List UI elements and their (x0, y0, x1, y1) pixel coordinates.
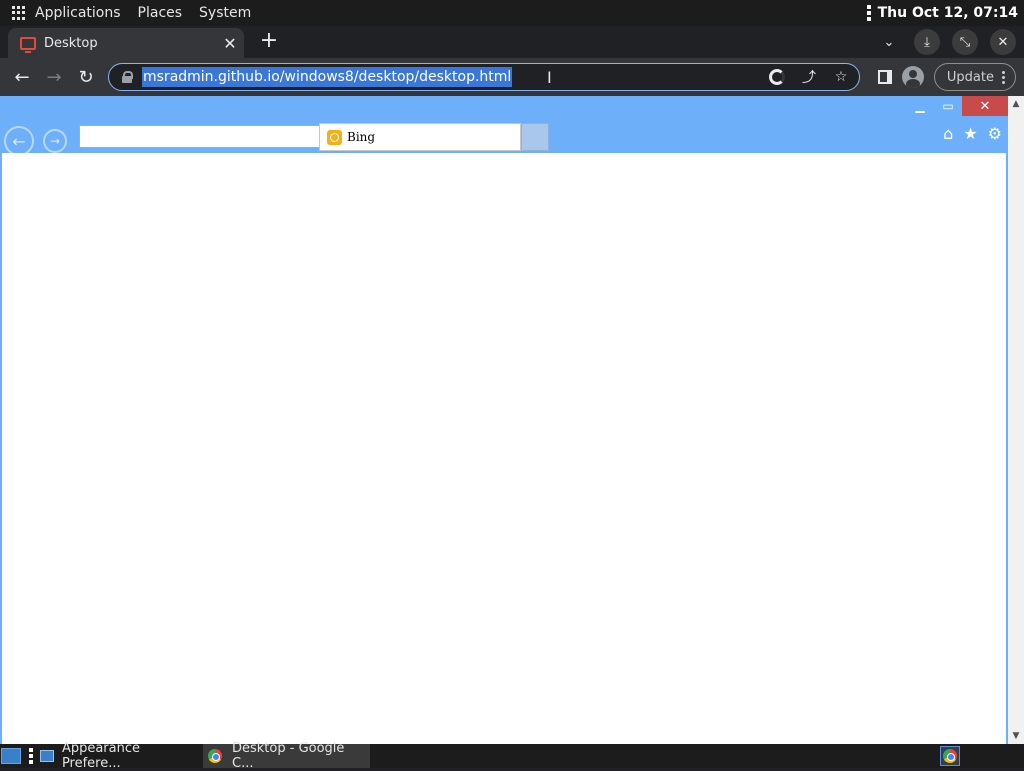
new-tab-button[interactable]: + (259, 30, 279, 52)
web-page: ▁ ▭ ✕ ← → Bing ⌂ ★ ⚙ (0, 96, 1008, 744)
reload-button[interactable]: ↻ (72, 63, 100, 91)
google-lens-icon[interactable] (767, 67, 787, 87)
ie-forward-button[interactable]: → (43, 129, 67, 153)
profile-avatar-icon[interactable] (901, 66, 924, 88)
text-cursor-icon: I (547, 68, 552, 87)
ie-window: ▁ ▭ ✕ ← → Bing ⌂ ★ ⚙ (0, 96, 1008, 744)
ie-back-button[interactable]: ← (4, 126, 34, 156)
taskbar-item-label: Appearance Prefere... (61, 741, 140, 771)
forward-button[interactable]: → (40, 63, 68, 91)
ie-close-button[interactable]: ✕ (962, 96, 1008, 116)
url-text[interactable]: msradmin.github.io/windows8/desktop/desk… (142, 67, 513, 87)
back-button[interactable]: ← (8, 63, 36, 91)
taskbar-item-appearance[interactable]: Appearance Prefere... (38, 741, 202, 771)
monitor-icon (20, 36, 36, 53)
update-button[interactable]: Update (933, 63, 1016, 91)
close-window-button[interactable]: ✕ (990, 29, 1016, 55)
minimize-window-button[interactable]: ⤓ (914, 29, 940, 55)
taskbar-handle-icon (29, 748, 33, 764)
tray-chrome-icon[interactable] (940, 746, 960, 766)
ie-search-provider: Bing (347, 130, 376, 144)
home-icon[interactable]: ⌂ (943, 124, 953, 143)
system-menu[interactable]: System (199, 5, 251, 21)
ie-address-input[interactable] (79, 125, 321, 148)
applications-menu[interactable]: Applications (35, 5, 121, 21)
ie-maximize-icon[interactable]: ▭ (934, 96, 962, 116)
taskbar-item-chrome[interactable]: Desktop - Google C... (203, 741, 370, 771)
chrome-icon (208, 749, 222, 763)
settings-gear-icon[interactable]: ⚙ (988, 124, 1002, 143)
tab-title: Desktop (44, 35, 98, 51)
favorites-star-icon[interactable]: ★ (963, 124, 977, 143)
show-desktop-button[interactable] (1, 748, 21, 764)
appearance-icon (40, 750, 54, 762)
ie-window-controls: ▁ ▭ ✕ (906, 96, 1008, 116)
address-bar[interactable]: msradmin.github.io/windows8/desktop/desk… (108, 63, 860, 91)
apps-grid-icon[interactable] (12, 6, 26, 20)
tab-search-chevron-icon[interactable]: ⌄ (876, 29, 902, 55)
taskbar: Appearance Prefere... Desktop - Google C… (0, 741, 1024, 771)
restore-window-button[interactable]: ⤡ (952, 29, 978, 55)
lock-icon[interactable] (122, 71, 133, 83)
close-tab-icon[interactable]: ✕ (220, 33, 240, 53)
panel-handle-icon (866, 5, 871, 21)
ie-minimize-icon[interactable]: ▁ (906, 96, 934, 116)
share-icon[interactable]: ⤴ (799, 67, 819, 87)
tab-desktop[interactable]: Desktop ✕ (8, 28, 244, 58)
tab-strip: Desktop ✕ + ⌄ ⤓ ⤡ ✕ (0, 26, 1024, 58)
ie-content-area (2, 153, 1006, 744)
places-menu[interactable]: Places (138, 5, 183, 21)
ie-search-button[interactable] (521, 123, 549, 151)
taskbar-item-label: Desktop - Google C... (232, 741, 345, 771)
browser-toolbar: ← → ↻ msradmin.github.io/windows8/deskto… (0, 58, 1024, 96)
page-scrollbar[interactable]: ▲ ▼ (1008, 96, 1024, 744)
clock[interactable]: Thu Oct 12, 07:14 (878, 5, 1018, 21)
ie-search-box[interactable]: Bing (319, 123, 521, 151)
top-panel: Applications Places System Thu Oct 12, 0… (0, 0, 1024, 26)
menu-dots-icon (1002, 70, 1005, 84)
scroll-down-icon[interactable]: ▼ (1011, 731, 1021, 741)
update-label: Update (946, 69, 994, 85)
side-panel-icon[interactable] (877, 70, 892, 84)
bookmark-star-icon[interactable]: ☆ (831, 67, 851, 87)
bing-icon (327, 129, 342, 145)
scroll-up-icon[interactable]: ▲ (1011, 99, 1021, 109)
